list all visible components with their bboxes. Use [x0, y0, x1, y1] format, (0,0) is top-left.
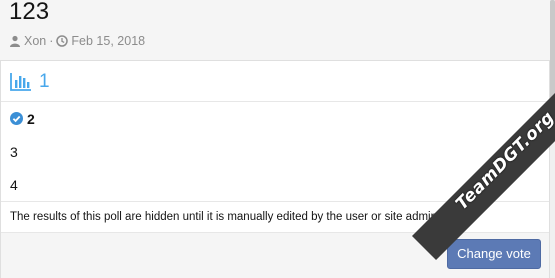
thread-header: 123 Xon · Feb 15, 2018: [0, 0, 550, 61]
meta-separator: ·: [49, 34, 54, 48]
thread-date-link[interactable]: Feb 15, 2018: [71, 33, 145, 49]
change-vote-button[interactable]: Change vote: [447, 239, 541, 269]
poll-footer: Change vote: [1, 233, 549, 278]
clock-icon: [56, 35, 69, 47]
poll-response-label: 4: [10, 176, 18, 193]
poll-response: 4: [1, 168, 549, 201]
scrollbar-thumb[interactable]: [550, 0, 555, 115]
bar-chart-icon: [10, 73, 31, 91]
poll-response-label: 3: [10, 143, 18, 160]
poll-response: 2: [1, 102, 549, 135]
thread-author-link[interactable]: Xon: [24, 33, 46, 49]
poll-results-hidden-notice: The results of this poll are hidden unti…: [1, 201, 549, 233]
user-icon: [10, 35, 20, 47]
vertical-scrollbar[interactable]: [550, 0, 555, 278]
poll-responses: 2 3 4: [1, 102, 549, 201]
poll-block: 1 2 3 4 The results of this poll are hid…: [0, 61, 550, 278]
check-circle-icon: [10, 112, 23, 125]
poll-title: 1: [39, 71, 50, 92]
thread-meta: Xon · Feb 15, 2018: [9, 33, 145, 49]
poll-response: 3: [1, 135, 549, 168]
poll-response-label: 2: [27, 110, 35, 127]
poll-header: 1: [1, 61, 549, 102]
thread-title: 123: [9, 0, 50, 25]
